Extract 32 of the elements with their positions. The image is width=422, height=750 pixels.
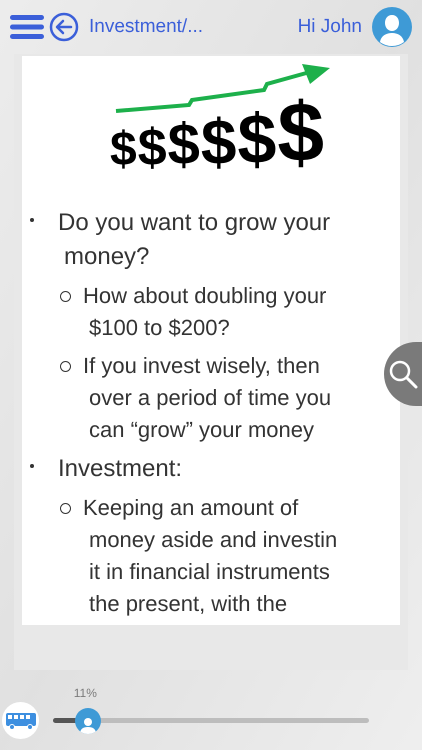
bullet-text: How about doubling your	[83, 282, 326, 310]
menu-icon[interactable]	[10, 14, 44, 40]
bullet-text: can “grow” your money	[88, 416, 315, 444]
progress-thumb[interactable]	[74, 708, 101, 734]
bus-icon[interactable]	[4, 712, 36, 730]
bullet-text: Investment:	[58, 454, 182, 484]
bullet-text: over a period of time you	[88, 384, 332, 412]
dot-bullet	[30, 464, 34, 468]
bullet-text: it in financial instruments	[88, 558, 331, 586]
circle-bullet	[60, 503, 71, 514]
page-title: Investment/...	[89, 14, 204, 39]
bullet-text: Do you want to grow your	[58, 208, 330, 238]
circle-bullet	[60, 291, 71, 302]
greeting: Hi John	[298, 14, 362, 39]
dollar-sign: $	[138, 122, 167, 174]
dollar-sign: $	[237, 104, 276, 174]
avatar-icon[interactable]	[372, 7, 412, 47]
dollar-sign: $	[168, 116, 200, 174]
bullet-text: the present, with the	[88, 590, 288, 618]
bullet-text: $100 to $200?	[88, 314, 231, 342]
progress-reading: 11%	[74, 685, 97, 702]
dollar-sign: $	[110, 126, 137, 174]
back-icon[interactable]	[49, 12, 79, 42]
bullet-text: If you invest wisely, then	[83, 352, 321, 380]
dot-bullet	[30, 218, 34, 222]
circle-bullet	[60, 361, 71, 372]
bullet-text: money?	[63, 242, 150, 272]
dollar-sign: $	[200, 110, 236, 174]
search-icon	[388, 359, 418, 389]
dollar-sign: $	[277, 90, 324, 174]
bullet-text: Keeping an amount of	[83, 494, 300, 522]
bullet-text: money aside and investin	[88, 526, 338, 554]
